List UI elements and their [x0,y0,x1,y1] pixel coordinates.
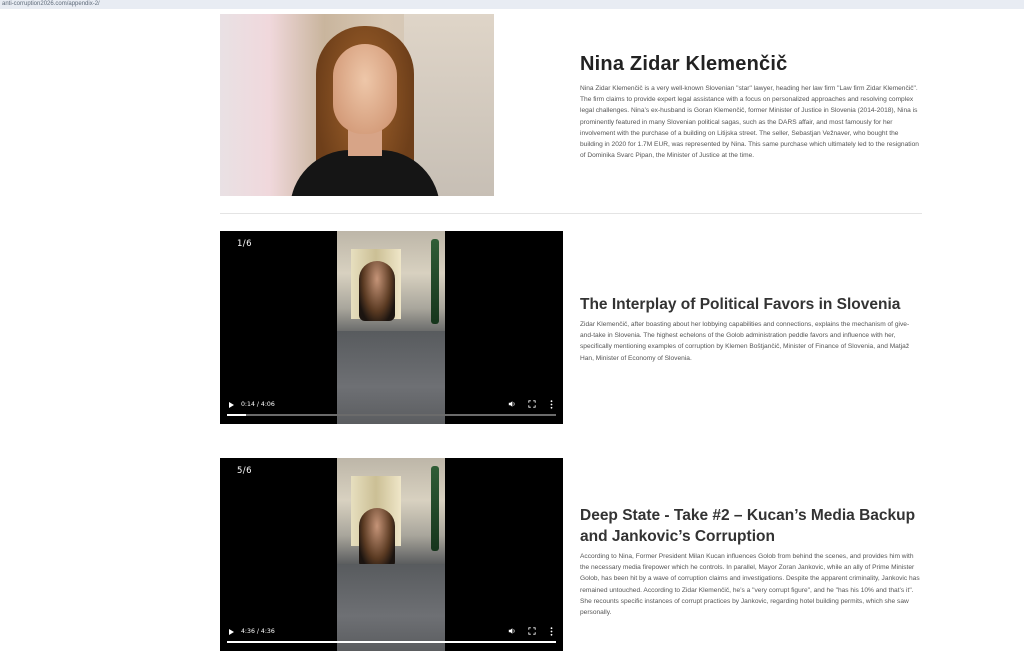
video-controls-2: 4:36 / 4:36 [220,621,563,651]
section-divider [220,213,922,214]
video-progress-fill-2 [227,641,556,643]
more-options-icon[interactable] [550,400,553,409]
play-icon[interactable] [229,629,234,635]
video-counter-1: 1/6 [237,239,252,249]
play-icon[interactable] [229,402,234,408]
video-player-2[interactable]: 5/6 4:36 / 4:36 [220,458,563,651]
video-time-2: 4:36 / 4:36 [241,628,275,635]
more-options-icon[interactable] [550,627,553,636]
fullscreen-icon[interactable] [528,400,536,408]
video-time-1: 0:14 / 4:06 [241,401,275,408]
video-progress-fill-1 [227,414,246,416]
video-progress-1[interactable] [227,414,556,416]
address-bar[interactable]: anti-corruption2026.com/appendix-2/ [0,0,1024,9]
volume-icon[interactable] [508,627,516,635]
section-title-1: The Interplay of Political Favors in Slo… [580,296,901,313]
video-controls-1: 0:14 / 4:06 [220,394,563,424]
video-player-1[interactable]: 1/6 0:14 / 4:06 [220,231,563,424]
profile-name: Nina Zidar Klemenčič [580,53,788,75]
section-title-2: Deep State - Take #2 – Kucan’s Media Bac… [580,507,916,545]
profile-photo [220,14,494,196]
video-progress-2[interactable] [227,641,556,643]
section-text-2: According to Nina, Former President Mila… [580,553,920,617]
fullscreen-icon[interactable] [528,627,536,635]
section-text-1: Zidar Klemenčič, after boasting about he… [580,321,910,362]
video-counter-2: 5/6 [237,466,252,476]
profile-bio: Nina Zidar Klemenčič is a very well-know… [580,85,919,160]
volume-icon[interactable] [508,400,516,408]
